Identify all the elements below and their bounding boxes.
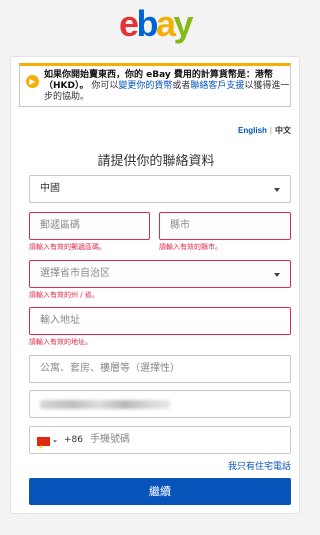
country-value: 中國 (40, 183, 60, 194)
alert-message: 如果你開始賣東西，你的 eBay 費用的計算貨幣是：港幣（HKD）。 你可以變更… (44, 70, 290, 103)
contact-info-card: ▶ 如果你開始賣東西，你的 eBay 費用的計算貨幣是：港幣（HKD）。 你可以… (10, 56, 300, 514)
city-input[interactable]: 縣市 (159, 212, 291, 240)
landline-only-link[interactable]: 我只有住宅電話 (228, 459, 291, 472)
logo-letter-a: a (155, 3, 176, 44)
alert-text-1: 你可以 (91, 81, 119, 91)
chevron-down-icon (274, 273, 280, 277)
form-title: 請提供你的聯絡資料 (97, 154, 215, 169)
language-english-link[interactable]: English (238, 126, 267, 135)
continue-button[interactable]: 繼續 (29, 478, 291, 505)
province-error: 請輸入有效的州 / 省。 (29, 291, 99, 299)
contact-support-link[interactable]: 聯絡客戶支援 (190, 81, 244, 91)
address-line-2-input[interactable]: 公寓、套房、樓層等（選擇性） (29, 355, 291, 383)
phone-placeholder: 手機號碼 (90, 434, 130, 445)
currency-alert: ▶ 如果你開始賣東西，你的 eBay 費用的計算貨幣是：港幣（HKD）。 你可以… (19, 63, 291, 107)
chevron-down-icon (274, 188, 280, 192)
language-switcher: English | 中文 (238, 125, 291, 136)
city-error: 請輸入有效的縣市。 (159, 243, 222, 251)
change-currency-link[interactable]: 變更你的貨幣 (118, 81, 172, 91)
ebay-logo: e b a y (0, 4, 310, 44)
logo-letter-b: b (136, 3, 158, 44)
postal-code-input[interactable]: 郵遞區碼 (29, 212, 150, 240)
language-separator: | (269, 126, 272, 135)
postal-code-error: 請輸入有效的郵遞區碼。 (29, 243, 106, 251)
name-input[interactable] (29, 390, 291, 418)
arrow-right-icon: ▶ (26, 75, 39, 88)
language-chinese-link[interactable]: 中文 (275, 126, 291, 135)
china-flag-icon[interactable] (37, 435, 50, 461)
province-placeholder: 選擇省市自治区 (40, 268, 110, 279)
phone-country-code: +86 (64, 435, 83, 445)
logo-letter-y: y (173, 3, 194, 44)
country-select[interactable]: 中國 (29, 175, 291, 203)
address-input[interactable]: 輸入地址 (29, 307, 291, 335)
address-error: 請輸入有效的地址。 (29, 338, 92, 346)
blurred-name-value (40, 400, 170, 409)
phone-input[interactable]: +86 手機號碼 (29, 426, 291, 461)
province-select[interactable]: 選擇省市自治区 (29, 260, 291, 288)
chevron-down-icon[interactable] (53, 440, 57, 443)
alert-text-2: 或者 (172, 81, 191, 91)
logo-letter-e: e (118, 3, 139, 44)
